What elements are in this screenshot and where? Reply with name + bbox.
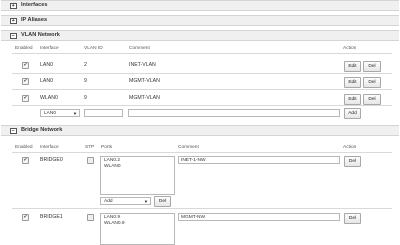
interface-select[interactable]: LAN0 ▼ — [40, 109, 80, 117]
add-button[interactable]: Add — [344, 108, 361, 119]
interface-cell: WLAN0 — [40, 95, 58, 101]
vlan-id-cell: 2 — [84, 62, 87, 68]
enabled-checkbox[interactable]: ✔ — [22, 214, 29, 221]
section-title: Bridge Network — [21, 127, 63, 134]
col-interface: Interface — [40, 46, 59, 51]
enabled-checkbox[interactable]: ✔ — [22, 62, 29, 69]
col-action: Action — [343, 145, 357, 150]
select-value: LAN0 — [44, 111, 56, 116]
stp-checkbox[interactable] — [87, 157, 94, 164]
ports-list[interactable]: LAN0.2 WLAN0 — [100, 156, 175, 195]
delete-button[interactable]: Del — [363, 61, 381, 72]
chevron-down-icon: ▼ — [143, 199, 148, 204]
divider — [12, 105, 392, 106]
section-vlan-network[interactable]: − VLAN Network — [1, 30, 399, 41]
list-item[interactable]: WLAN0.9 — [104, 221, 171, 227]
col-comment: Comment — [178, 145, 199, 150]
vlan-id-input[interactable] — [84, 109, 123, 117]
col-comment: Comment — [129, 46, 150, 51]
section-title: Interfaces — [21, 2, 48, 9]
comment-cell: MGMT-VLAN — [129, 95, 160, 101]
divider — [12, 89, 392, 90]
section-title: VLAN Network — [21, 32, 60, 39]
select-value: Add — [104, 199, 113, 204]
interface-cell: LAN0 — [40, 78, 53, 84]
delete-button[interactable]: Del — [344, 156, 361, 167]
delete-port-button[interactable]: Del — [154, 196, 171, 207]
comment-input[interactable]: INET-1-NW — [178, 156, 340, 164]
comment-input[interactable] — [128, 109, 340, 117]
ports-list[interactable]: LAN0.9 WLAN0.9 — [100, 213, 175, 245]
interface-cell: BRIDGE1 — [40, 214, 63, 220]
col-ports: Ports — [101, 145, 113, 150]
col-enabled: Enabled — [15, 145, 33, 150]
interface-cell: BRIDGE0 — [40, 157, 63, 163]
interface-cell: LAN0 — [40, 62, 53, 68]
collapse-icon[interactable]: − — [10, 32, 17, 39]
collapse-icon[interactable]: − — [10, 127, 17, 134]
divider — [12, 53, 392, 54]
divider — [12, 73, 392, 74]
section-interfaces[interactable]: + Interfaces — [1, 0, 399, 11]
col-interface: Interface — [40, 145, 59, 150]
edit-button[interactable]: Edit — [344, 77, 361, 88]
comment-cell: MGMT-VLAN — [129, 78, 160, 84]
col-vlan-id: VLAN ID — [84, 46, 103, 51]
col-stp: STP — [85, 145, 95, 150]
section-title: IP Aliases — [21, 17, 48, 24]
edit-button[interactable]: Edit — [344, 94, 361, 105]
vlan-id-cell: 9 — [84, 78, 87, 84]
chevron-down-icon: ▼ — [72, 111, 77, 116]
stp-checkbox[interactable] — [87, 214, 94, 221]
delete-button[interactable]: Del — [363, 77, 381, 88]
divider — [12, 208, 392, 209]
list-item[interactable]: WLAN0 — [104, 164, 171, 170]
add-port-select[interactable]: Add ▼ — [100, 197, 151, 205]
divider — [12, 152, 392, 153]
section-ip-aliases[interactable]: + IP Aliases — [1, 15, 399, 26]
delete-button[interactable]: Del — [363, 94, 381, 105]
expand-icon[interactable]: + — [10, 2, 17, 9]
section-bridge-network[interactable]: − Bridge Network — [1, 125, 399, 136]
enabled-checkbox[interactable]: ✔ — [22, 157, 29, 164]
enabled-checkbox[interactable]: ✔ — [22, 78, 29, 85]
edit-button[interactable]: Edit — [344, 61, 361, 72]
comment-cell: INET-VLAN — [129, 62, 156, 68]
comment-input[interactable]: MGMT-NW — [178, 213, 340, 221]
delete-button[interactable]: Del — [344, 213, 361, 224]
enabled-checkbox[interactable]: ✔ — [22, 95, 29, 102]
vlan-id-cell: 9 — [84, 95, 87, 101]
col-enabled: Enabled — [15, 46, 33, 51]
expand-icon[interactable]: + — [10, 17, 17, 24]
col-action: Action — [343, 46, 357, 51]
